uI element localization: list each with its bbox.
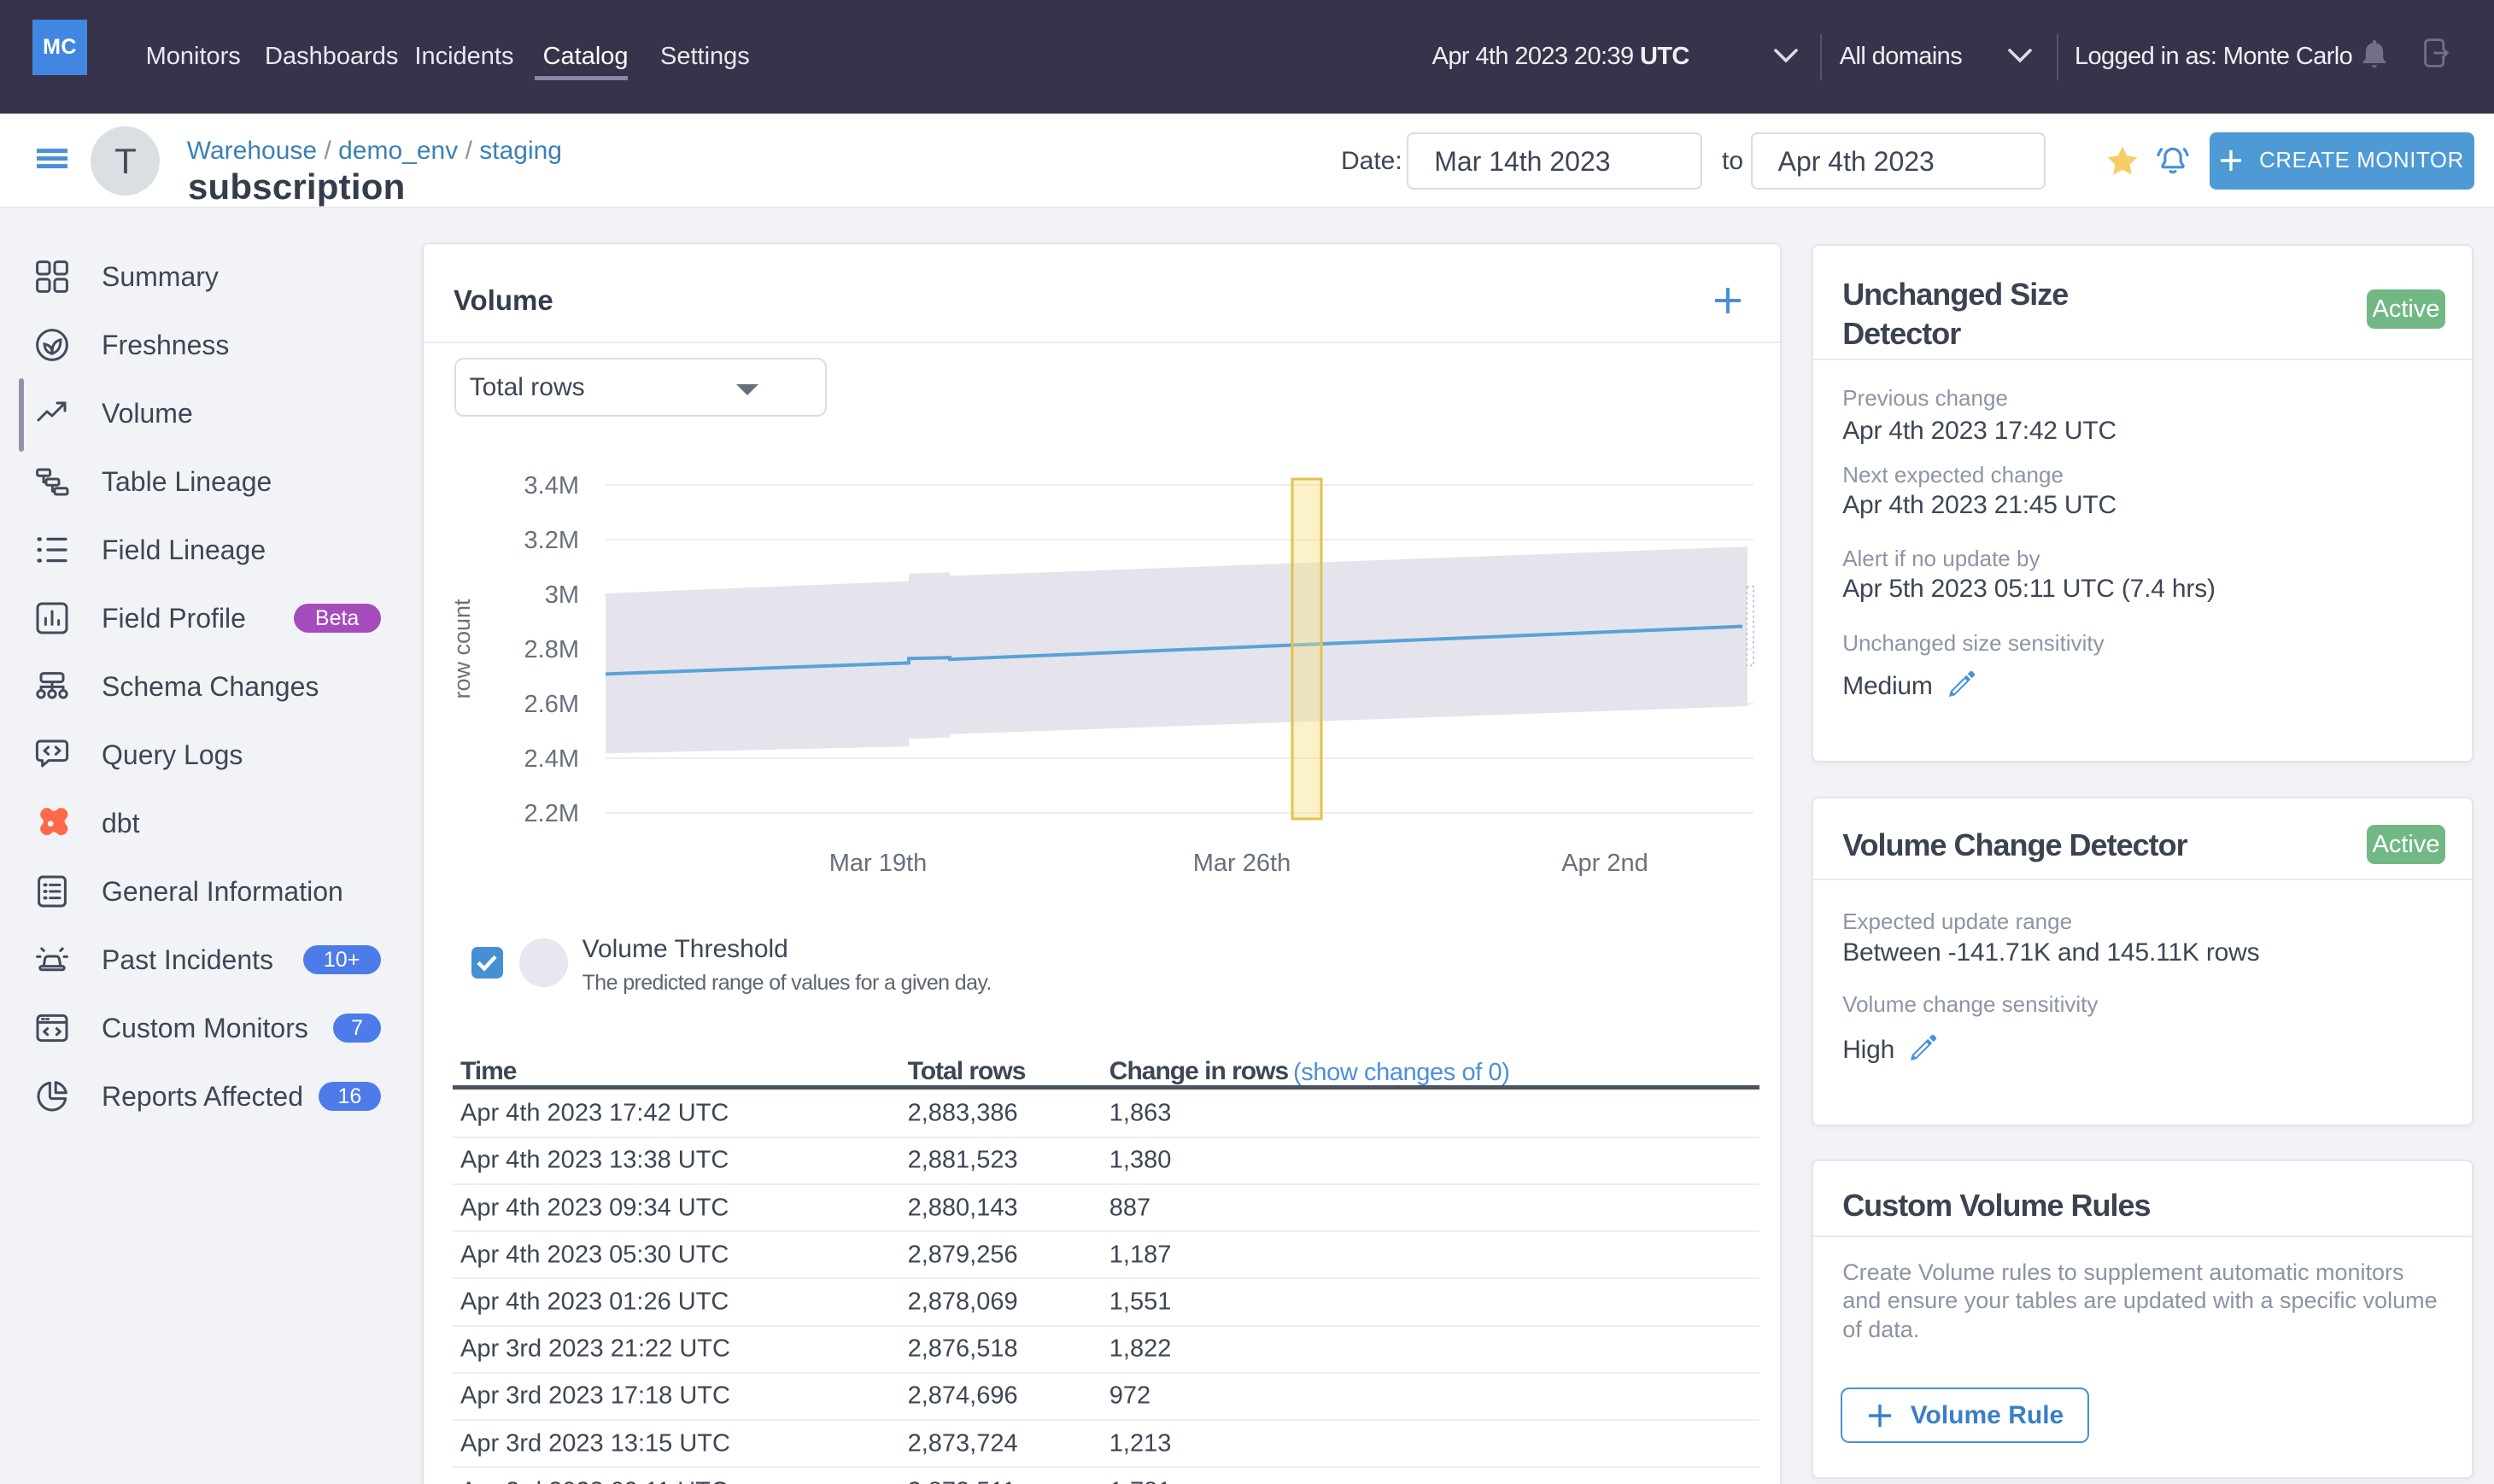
svg-text:row count: row count [449,599,475,699]
svg-text:2.8M: 2.8M [524,636,579,663]
svg-text:2.2M: 2.2M [524,800,579,827]
svg-text:2.4M: 2.4M [524,745,579,773]
svg-text:3M: 3M [545,581,579,609]
svg-text:3.2M: 3.2M [524,527,579,554]
svg-text:Mar 26th: Mar 26th [1193,850,1291,877]
svg-text:3.4M: 3.4M [524,472,579,500]
svg-text:2.6M: 2.6M [524,691,579,718]
svg-text:Mar 19th: Mar 19th [829,850,927,877]
svg-text:Apr 2nd: Apr 2nd [1561,850,1648,877]
